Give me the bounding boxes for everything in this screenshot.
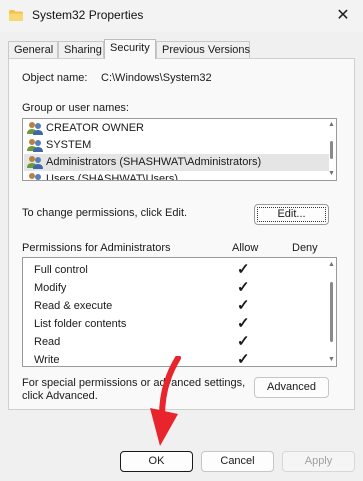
permission-name: Modify	[34, 282, 67, 294]
special-permissions-text-line2: click Advanced.	[22, 390, 98, 402]
group-list-scrollbar[interactable]	[330, 141, 333, 159]
permission-name: List folder contents	[34, 318, 127, 330]
list-item-label: SYSTEM	[46, 139, 92, 151]
scroll-up-arrow-icon[interactable]: ▲	[328, 121, 335, 128]
list-item-users[interactable]: Users (SHASHWAT\Users)	[27, 171, 178, 181]
list-item-system[interactable]: SYSTEM	[27, 137, 91, 154]
tab-previous-versions[interactable]: Previous Versions	[156, 41, 250, 58]
cancel-button[interactable]: Cancel	[201, 451, 274, 472]
scroll-down-arrow-icon[interactable]: ▼	[328, 170, 335, 177]
cancel-button-label: Cancel	[220, 455, 255, 467]
group-names-label: Group or user names:	[22, 102, 129, 114]
allow-column-header: Allow	[232, 242, 259, 254]
permission-name: Read	[34, 336, 61, 348]
close-icon: ✕	[336, 7, 350, 24]
tab-security[interactable]: Security	[104, 39, 156, 59]
allow-check-icon: ✓	[237, 297, 250, 314]
allow-check-icon: ✓	[237, 279, 250, 296]
group-user-list[interactable]: CREATOR OWNER SYSTEM Administrators (SHA…	[22, 118, 337, 181]
permission-row-full-control: Full control ✓	[27, 261, 327, 279]
list-item-label: Administrators (SHASHWAT\Administrators)	[46, 156, 262, 168]
users-icon	[27, 122, 43, 136]
change-permissions-text: To change permissions, click Edit.	[22, 207, 188, 219]
permission-name: Full control	[34, 264, 88, 276]
permission-name: Write	[34, 354, 60, 366]
title-bar: System32 Properties ✕	[0, 0, 363, 32]
apply-button[interactable]: Apply	[282, 451, 355, 472]
tab-sharing[interactable]: Sharing	[58, 41, 104, 58]
folder-icon	[9, 10, 23, 21]
users-icon	[27, 139, 43, 153]
permission-row-list-folder-contents: List folder contents ✓	[27, 315, 327, 333]
tab-label: Previous Versions	[162, 44, 251, 56]
allow-check-icon: ✓	[237, 351, 250, 367]
advanced-button[interactable]: Advanced	[254, 377, 329, 398]
tab-label: Security	[110, 42, 150, 54]
permission-row-modify: Modify ✓	[27, 279, 327, 297]
users-icon	[29, 173, 41, 180]
tab-label: Sharing	[64, 44, 102, 56]
edit-button-label: Edit...	[277, 208, 306, 220]
object-name-value: C:\Windows\System32	[101, 72, 212, 84]
list-item-label: Users (SHASHWAT\Users)	[46, 173, 178, 181]
tab-general[interactable]: General	[8, 41, 58, 58]
red-arrow-annotation-icon	[150, 356, 181, 446]
list-item-label: CREATOR OWNER	[46, 122, 144, 134]
scroll-up-arrow-icon[interactable]: ▲	[328, 261, 335, 268]
special-permissions-text-line1: For special permissions or advanced sett…	[22, 377, 246, 389]
list-item-administrators[interactable]: Administrators (SHASHWAT\Administrators)	[24, 154, 329, 171]
allow-check-icon: ✓	[237, 261, 250, 278]
allow-check-icon: ✓	[237, 333, 250, 350]
object-name-label: Object name:	[22, 72, 88, 84]
permissions-header: Permissions for Administrators	[22, 242, 171, 254]
permission-name: Read & execute	[34, 300, 113, 312]
permissions-list-scrollbar[interactable]	[330, 282, 333, 342]
advanced-button-label: Advanced	[267, 381, 316, 393]
window-title: System32 Properties	[32, 8, 144, 22]
close-button[interactable]: ✕	[330, 4, 356, 28]
tab-label: General	[14, 44, 54, 56]
users-icon	[27, 156, 43, 170]
permission-row-read-execute: Read & execute ✓	[27, 297, 327, 315]
allow-check-icon: ✓	[237, 315, 250, 332]
list-item-creator-owner[interactable]: CREATOR OWNER	[27, 120, 144, 137]
apply-button-label: Apply	[304, 455, 333, 467]
ok-button-label: OK	[148, 455, 165, 467]
scroll-down-arrow-icon[interactable]: ▼	[328, 356, 335, 363]
edit-button[interactable]: Edit...	[254, 204, 329, 225]
permission-row-read: Read ✓	[27, 333, 327, 351]
deny-column-header: Deny	[292, 242, 318, 254]
permissions-list: Full control ✓ Modify ✓ Read & execute ✓…	[22, 257, 337, 367]
